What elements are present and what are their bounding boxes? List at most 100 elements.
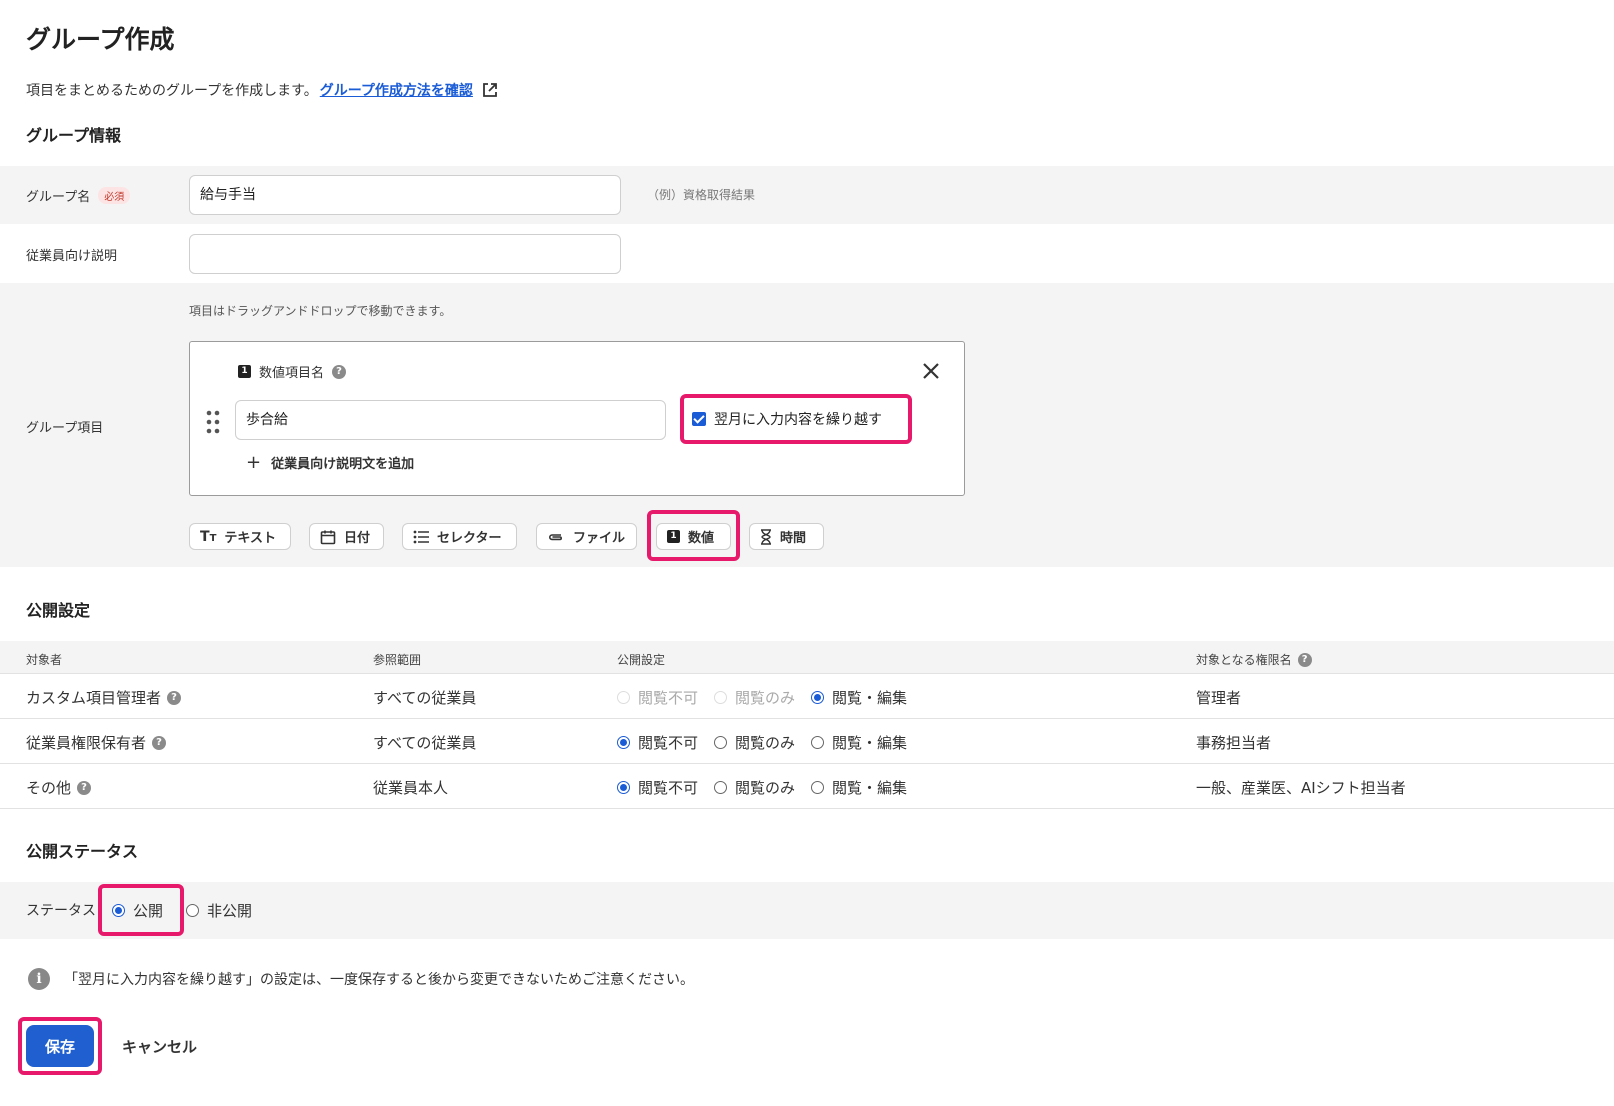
radio-disabled-icon [617, 691, 630, 704]
carry-over-checkbox[interactable]: 翌月に入力内容を繰り越す [680, 394, 912, 444]
row-target-label: 従業員権限保有者 [26, 734, 147, 752]
help-icon[interactable]: ? [77, 780, 92, 795]
radio-no-view-label: 閲覧不可 [638, 779, 699, 797]
row-target-label: その他 [26, 779, 72, 797]
checkbox-checked-icon[interactable] [692, 412, 706, 426]
radio-view-edit[interactable]: 閲覧・編集 [811, 777, 907, 798]
drag-handle-icon[interactable] [205, 409, 221, 435]
row-target-label: カスタム項目管理者 [26, 689, 162, 707]
status-private-label: 非公開 [207, 902, 253, 920]
radio-selected-icon[interactable] [617, 736, 630, 749]
radio-no-view[interactable]: 閲覧不可 [617, 732, 698, 753]
add-selector-button[interactable]: セレクター [402, 523, 517, 550]
row-target: その他 ? [26, 777, 92, 798]
radio-view-edit[interactable]: 閲覧・編集 [811, 732, 907, 753]
add-description-label: 従業員向け説明文を追加 [271, 457, 415, 472]
add-time-label: 時間 [780, 531, 807, 546]
add-number-label: 数値 [688, 531, 715, 546]
paperclip-icon [549, 533, 562, 540]
radio-no-view[interactable]: 閲覧不可 [617, 777, 698, 798]
group-items-label: グループ項目 [26, 421, 104, 436]
row-scope: すべての従業員 [373, 689, 477, 707]
table-row: カスタム項目管理者 ? すべての従業員 閲覧不可 閲覧のみ 閲覧・編集 管理者 [0, 674, 1614, 719]
add-description-button[interactable]: + 従業員向け説明文を追加 [246, 452, 414, 473]
visibility-radio-group: 閲覧不可 閲覧のみ 閲覧・編集 [617, 732, 907, 753]
radio-no-view-label: 閲覧不可 [638, 734, 699, 752]
radio-icon[interactable] [811, 781, 825, 794]
help-icon[interactable]: ? [167, 690, 182, 705]
radio-view-only-label: 閲覧のみ [735, 779, 796, 797]
number-icon: 1 [238, 365, 251, 378]
item-header-label: 数値項目名 [259, 366, 325, 381]
required-badge: 必須 [98, 187, 131, 204]
group-name-input[interactable]: 給与手当 [189, 175, 621, 215]
radio-view-edit-label: 閲覧・編集 [832, 734, 908, 752]
radio-no-view: 閲覧不可 [617, 687, 698, 708]
number-icon: 1 [667, 530, 680, 543]
row-roles: 一般、産業医、AIシフト担当者 [1196, 779, 1406, 797]
group-info-title: グループ情報 [26, 126, 122, 145]
help-link[interactable]: グループ作成方法を確認 [320, 80, 473, 100]
employee-desc-input[interactable] [189, 234, 621, 274]
radio-view-edit[interactable]: 閲覧・編集 [811, 687, 907, 708]
add-text-label: テキスト [224, 531, 277, 546]
help-icon[interactable]: ? [1297, 652, 1312, 667]
add-text-button[interactable]: TT テキスト [189, 523, 291, 550]
help-icon[interactable]: ? [152, 735, 167, 750]
status-title: 公開ステータス [26, 842, 139, 861]
hourglass-icon [761, 528, 771, 545]
radio-view-only[interactable]: 閲覧のみ [714, 732, 795, 753]
radio-icon[interactable] [186, 904, 199, 917]
visibility-table-header: 対象者 参照範囲 公開設定 対象となる権限名 ? [0, 641, 1614, 674]
add-date-label: 日付 [344, 531, 371, 546]
radio-selected-icon[interactable] [617, 781, 630, 794]
cancel-button[interactable]: キャンセル [122, 1036, 197, 1057]
external-link-icon[interactable] [481, 81, 499, 99]
item-name-input[interactable]: 歩合給 [235, 400, 666, 440]
intro-description: 項目をまとめるためのグループを作成します。 [26, 83, 318, 99]
row-scope: すべての従業員 [373, 734, 477, 752]
header-scope: 参照範囲 [373, 653, 422, 667]
text-format-icon: TT [200, 528, 217, 545]
radio-view-only-label: 閲覧のみ [735, 689, 796, 707]
row-roles: 事務担当者 [1196, 734, 1272, 752]
radio-icon[interactable] [714, 781, 728, 794]
status-public-label: 公開 [133, 902, 164, 920]
radio-icon[interactable] [714, 736, 728, 749]
add-file-button[interactable]: ファイル [536, 523, 637, 550]
info-icon: i [28, 968, 50, 990]
header-roles: 対象となる権限名 ? [1196, 651, 1312, 668]
radio-icon[interactable] [811, 736, 825, 749]
header-target: 対象者 [26, 653, 63, 667]
employee-desc-label: 従業員向け説明 [26, 249, 118, 264]
radio-selected-icon[interactable] [811, 691, 825, 704]
carry-over-label: 翌月に入力内容を繰り越す [714, 412, 882, 428]
close-icon[interactable] [920, 360, 942, 382]
add-selector-label: セレクター [437, 531, 502, 546]
notice-text: 「翌月に入力内容を繰り越す」の設定は、一度保存すると後から変更できないためご注意… [64, 972, 694, 988]
header-visibility: 公開設定 [617, 653, 666, 667]
radio-selected-icon[interactable] [112, 904, 125, 917]
visibility-radio-group: 閲覧不可 閲覧のみ 閲覧・編集 [617, 777, 907, 798]
row-scope: 従業員本人 [373, 779, 449, 797]
add-time-button[interactable]: 時間 [749, 523, 824, 550]
row-target: 従業員権限保有者 ? [26, 732, 167, 753]
row-roles: 管理者 [1196, 689, 1242, 707]
add-number-button[interactable]: 1 数値 [656, 523, 731, 550]
radio-view-edit-label: 閲覧・編集 [832, 689, 908, 707]
add-date-button[interactable]: 日付 [309, 523, 384, 550]
group-item-card: 1 数値項目名 ? 歩合給 翌月に入力内容を繰り越す + 従業員向け説明文を追加 [189, 341, 965, 496]
help-icon[interactable]: ? [332, 364, 347, 379]
status-private-radio[interactable]: 非公開 [186, 900, 252, 921]
table-row: その他 ? 従業員本人 閲覧不可 閲覧のみ 閲覧・編集 一般、産業医、AIシフト… [0, 764, 1614, 809]
list-icon [413, 530, 429, 543]
save-button[interactable]: 保存 [26, 1025, 94, 1067]
status-public-radio[interactable]: 公開 [112, 900, 163, 921]
radio-view-only[interactable]: 閲覧のみ [714, 777, 795, 798]
group-name-example: （例）資格取得結果 [647, 188, 756, 202]
group-name-label: グループ名 必須 [26, 186, 131, 205]
row-target: カスタム項目管理者 ? [26, 687, 182, 708]
radio-view-only: 閲覧のみ [714, 687, 795, 708]
radio-view-edit-label: 閲覧・編集 [832, 779, 908, 797]
radio-disabled-icon [714, 691, 728, 704]
